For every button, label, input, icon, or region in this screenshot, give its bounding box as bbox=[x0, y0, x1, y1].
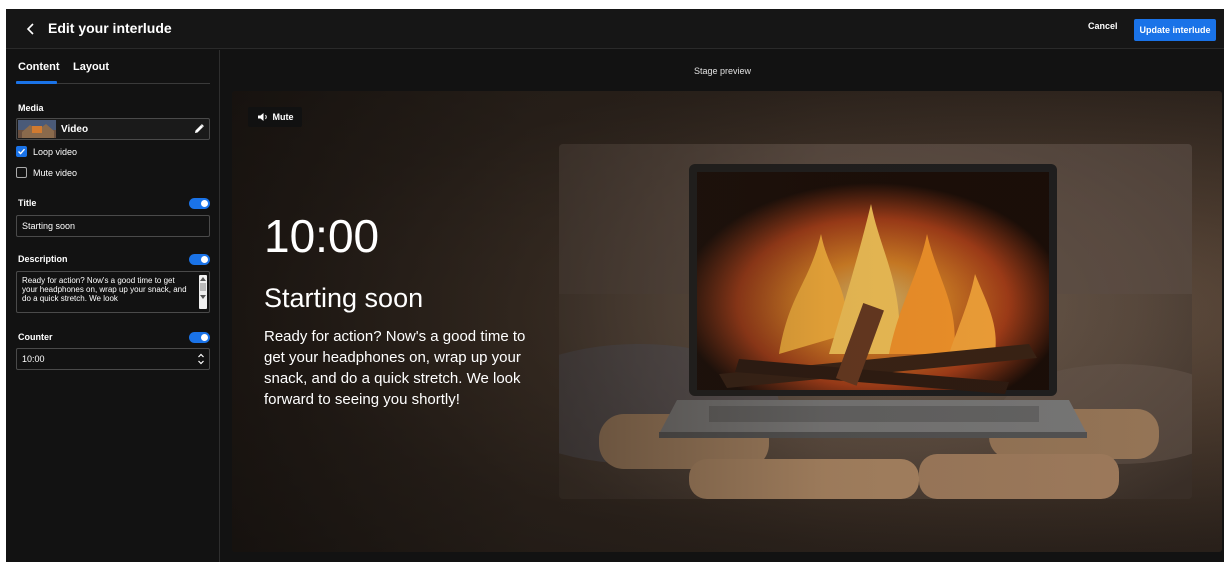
description-toggle[interactable] bbox=[189, 254, 210, 265]
counter-toggle[interactable] bbox=[189, 332, 210, 343]
title-label: Title bbox=[18, 198, 37, 208]
scroll-up-arrow[interactable] bbox=[200, 277, 206, 281]
stage-overlay bbox=[232, 91, 1222, 552]
mute-video-row[interactable]: Mute video bbox=[16, 167, 77, 178]
scroll-thumb[interactable] bbox=[200, 283, 206, 291]
active-tab-indicator bbox=[16, 81, 57, 84]
description-text: Ready for action? Now's a good time to g… bbox=[22, 276, 187, 303]
back-button[interactable] bbox=[22, 19, 40, 39]
tab-content[interactable]: Content bbox=[18, 61, 60, 73]
title-input[interactable]: Starting soon bbox=[16, 215, 210, 237]
header-bar: Edit your interlude Cancel Update interl… bbox=[6, 9, 1224, 49]
interlude-description: Ready for action? Now's a good time to g… bbox=[264, 328, 526, 408]
mute-label: Mute bbox=[272, 112, 294, 122]
media-selector[interactable]: Video bbox=[16, 118, 210, 140]
mute-video-label: Mute video bbox=[33, 167, 78, 178]
counter-value: 10:00 bbox=[22, 354, 45, 364]
media-type-label: Video bbox=[61, 124, 89, 135]
cancel-button[interactable]: Cancel bbox=[1088, 21, 1118, 31]
media-thumbnail bbox=[18, 120, 56, 138]
mute-video-checkbox[interactable] bbox=[16, 167, 27, 178]
counter-label: Counter bbox=[18, 332, 53, 342]
description-label: Description bbox=[18, 254, 68, 264]
description-textarea[interactable]: Ready for action? Now's a good time to g… bbox=[16, 271, 210, 313]
app-window: Edit your interlude Cancel Update interl… bbox=[6, 9, 1224, 562]
countdown-timer: 10:00 bbox=[264, 210, 380, 262]
stage-preview-label: Stage preview bbox=[694, 66, 752, 76]
scroll-down-arrow[interactable] bbox=[200, 295, 206, 299]
speaker-icon bbox=[257, 113, 267, 121]
media-label: Media bbox=[18, 103, 44, 113]
counter-stepper[interactable]: 10:00 bbox=[16, 348, 210, 370]
title-toggle[interactable] bbox=[189, 198, 210, 209]
tab-layout[interactable]: Layout bbox=[73, 61, 109, 73]
checkmark-icon bbox=[18, 148, 26, 155]
loop-video-checkbox[interactable] bbox=[16, 146, 27, 157]
update-interlude-button[interactable]: Update interlude bbox=[1134, 19, 1216, 41]
textarea-scrollbar[interactable] bbox=[199, 275, 207, 309]
stepper-arrows-icon[interactable] bbox=[197, 352, 205, 366]
loop-video-label: Loop video bbox=[33, 146, 78, 157]
page-title: Edit your interlude bbox=[48, 20, 172, 36]
panel-tabs: Content Layout bbox=[16, 58, 210, 84]
loop-video-row[interactable]: Loop video bbox=[16, 146, 77, 157]
interlude-title: Starting soon bbox=[264, 283, 424, 313]
mute-button[interactable]: Mute bbox=[248, 107, 302, 127]
chevron-left-icon bbox=[26, 23, 34, 35]
settings-panel: Content Layout Media Video Loop video Mu… bbox=[6, 50, 220, 562]
pencil-icon[interactable] bbox=[193, 123, 205, 135]
stage-preview: Mute 10:00 Starting soon Ready for actio… bbox=[232, 91, 1222, 552]
